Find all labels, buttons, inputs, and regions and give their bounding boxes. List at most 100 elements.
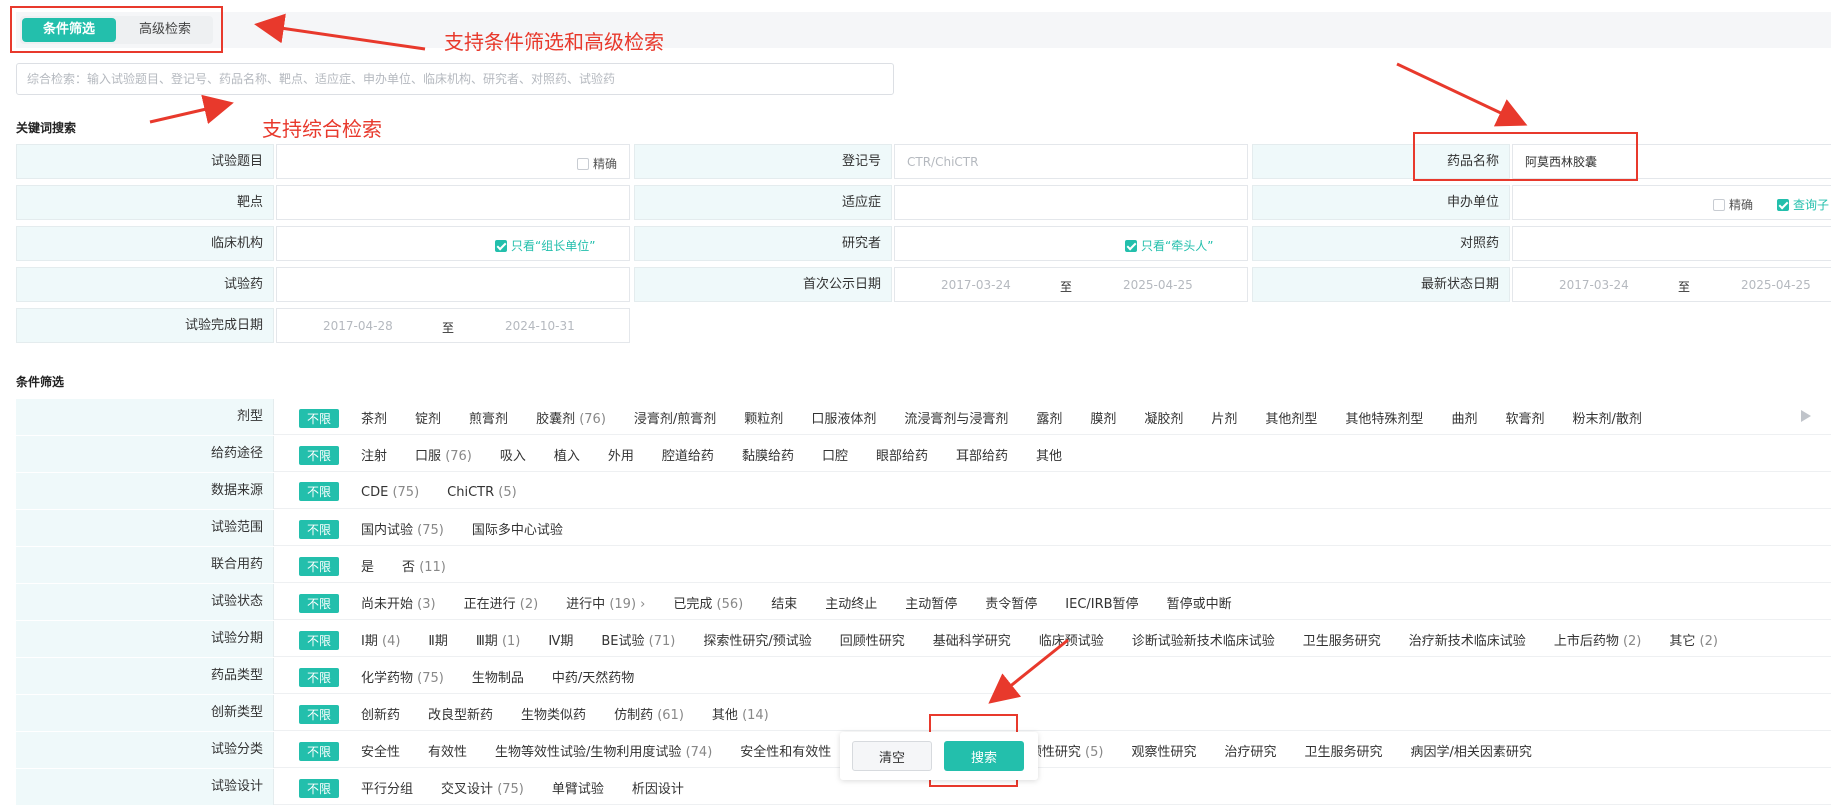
filter-option[interactable]: 主动终止 — [825, 593, 877, 612]
filter-option-all[interactable]: 不限 — [299, 668, 340, 687]
filter-option[interactable]: 浸膏剂/煎膏剂 — [634, 408, 716, 427]
date-to[interactable]: 2025-04-25 — [1741, 278, 1811, 292]
filter-option[interactable]: 探索性研究/预试验 — [703, 630, 811, 649]
filter-option[interactable]: 化学药物 (75) — [361, 667, 444, 686]
filter-option[interactable]: 尚未开始 (3) — [361, 593, 436, 612]
filter-option[interactable]: 膜剂 — [1090, 408, 1116, 427]
filter-option[interactable]: 黏膜给药 — [742, 445, 794, 464]
filter-option[interactable]: 病因学/相关因素研究 — [1411, 741, 1532, 760]
filter-option[interactable]: 国际多中心试验 — [472, 519, 563, 538]
scroll-right-icon[interactable] — [1801, 410, 1811, 422]
filter-option[interactable]: 耳部给药 — [956, 445, 1008, 464]
filter-option[interactable]: 粉末剂/散剂 — [1572, 408, 1641, 427]
date-from[interactable]: 2017-03-24 — [1559, 278, 1629, 292]
filter-option-all[interactable]: 不限 — [299, 594, 340, 613]
filter-option[interactable]: 凝胶剂 — [1144, 408, 1183, 427]
filter-option-all[interactable]: 不限 — [299, 557, 340, 576]
query-subsidiary-checkbox[interactable]: 查询子 — [1777, 196, 1829, 213]
date-to[interactable]: 2025-04-25 — [1123, 278, 1193, 292]
filter-option[interactable]: 治疗研究 — [1224, 741, 1276, 760]
filter-option[interactable]: IEC/IRB暂停 — [1065, 593, 1138, 612]
filter-option[interactable]: 其他 — [1036, 445, 1062, 464]
clear-button[interactable]: 清空 — [852, 741, 932, 771]
filter-option[interactable]: ChiCTR (5) — [447, 485, 517, 500]
filter-option[interactable]: 安全性 — [361, 741, 400, 760]
drug-name-input[interactable] — [1513, 145, 1831, 178]
filter-option[interactable]: 安全性和有效性 — [740, 741, 831, 760]
filter-option[interactable]: 结束 — [771, 593, 797, 612]
filter-option[interactable]: 平行分组 — [361, 778, 413, 797]
clinical-site-input[interactable] — [277, 227, 501, 260]
filter-option[interactable]: 创新药 — [361, 704, 400, 723]
filter-option[interactable]: 国内试验 (75) — [361, 519, 444, 538]
leader-unit-checkbox[interactable]: 只看“组长单位” — [495, 237, 595, 254]
filter-option[interactable]: BE试验 (71) — [601, 630, 675, 649]
filter-option[interactable]: 注射 — [361, 445, 387, 464]
filter-option[interactable]: 仿制药 (61) — [614, 704, 684, 723]
filter-option[interactable]: 露剂 — [1036, 408, 1062, 427]
filter-option[interactable]: 流浸膏剂与浸膏剂 — [904, 408, 1008, 427]
exact-checkbox[interactable]: 精确 — [577, 155, 617, 172]
filter-option[interactable]: 责令暂停 — [985, 593, 1037, 612]
test-drug-input[interactable] — [277, 268, 631, 301]
date-from[interactable]: 2017-04-28 — [323, 319, 393, 333]
filter-option[interactable]: 口服液体剂 — [811, 408, 876, 427]
filter-option[interactable]: 改良型新药 — [428, 704, 493, 723]
filter-option[interactable]: 其他特殊剂型 — [1345, 408, 1423, 427]
filter-option-all[interactable]: 不限 — [299, 409, 340, 428]
filter-option[interactable]: 观察性研究 — [1131, 741, 1196, 760]
filter-option[interactable]: 吸入 — [500, 445, 526, 464]
filter-option[interactable]: 其他剂型 — [1265, 408, 1317, 427]
filter-option[interactable]: 临床预试验 — [1039, 630, 1104, 649]
investigator-input[interactable] — [895, 227, 1119, 260]
filter-option-all[interactable]: 不限 — [299, 742, 340, 761]
filter-option-all[interactable]: 不限 — [299, 446, 340, 465]
filter-option[interactable]: 有效性 — [428, 741, 467, 760]
filter-option[interactable]: Ⅱ期 — [428, 630, 447, 649]
filter-option-all[interactable]: 不限 — [299, 779, 340, 798]
comparator-input[interactable] — [1513, 227, 1831, 260]
filter-option[interactable]: 生物类似药 — [521, 704, 586, 723]
filter-option[interactable]: 胶囊剂 (76) — [536, 408, 606, 427]
filter-option[interactable]: 析因设计 — [632, 778, 684, 797]
filter-option[interactable]: 基础科学研究 — [933, 630, 1011, 649]
filter-option[interactable]: 外用 — [608, 445, 634, 464]
filter-option[interactable]: 上市后药物 (2) — [1554, 630, 1642, 649]
indication-input[interactable] — [895, 186, 1249, 219]
filter-option[interactable]: Ⅳ期 — [548, 630, 573, 649]
date-from[interactable]: 2017-03-24 — [941, 278, 1011, 292]
filter-option[interactable]: 植入 — [554, 445, 580, 464]
filter-option[interactable]: 口腔 — [822, 445, 848, 464]
filter-option-all[interactable]: 不限 — [299, 482, 340, 501]
tab-filter[interactable]: 条件筛选 — [22, 18, 116, 42]
exact-checkbox[interactable]: 精确 — [1713, 196, 1753, 213]
filter-option[interactable]: 暂停或中断 — [1167, 593, 1232, 612]
registration-no-input[interactable] — [895, 145, 1249, 178]
filter-option[interactable]: 单臂试验 — [552, 778, 604, 797]
filter-option[interactable]: 锭剂 — [415, 408, 441, 427]
filter-option[interactable]: Ⅲ期 (1) — [476, 630, 521, 649]
filter-option[interactable]: 颗粒剂 — [744, 408, 783, 427]
filter-option[interactable]: 其他 (14) — [712, 704, 769, 723]
filter-option[interactable]: 煎膏剂 — [469, 408, 508, 427]
filter-option[interactable]: 软膏剂 — [1505, 408, 1544, 427]
filter-option-all[interactable]: 不限 — [299, 520, 340, 539]
filter-option[interactable]: 卫生服务研究 — [1304, 741, 1382, 760]
sponsor-input[interactable] — [1513, 186, 1717, 219]
filter-option[interactable]: 回顾性研究 — [840, 630, 905, 649]
filter-option[interactable]: 治疗新技术临床试验 — [1409, 630, 1526, 649]
filter-option[interactable]: 进行中 (19) › — [566, 593, 645, 612]
filter-option[interactable]: 曲剂 — [1451, 408, 1477, 427]
filter-option[interactable]: 生物等效性试验/生物利用度试验 (74) — [495, 741, 712, 760]
global-search-input[interactable] — [16, 63, 894, 95]
target-input[interactable] — [277, 186, 631, 219]
filter-option[interactable]: 腔道给药 — [662, 445, 714, 464]
filter-option[interactable]: 眼部给药 — [876, 445, 928, 464]
filter-option[interactable]: 已完成 (56) — [673, 593, 743, 612]
filter-option-all[interactable]: 不限 — [299, 631, 340, 650]
filter-option[interactable]: 是 — [361, 556, 374, 575]
search-button[interactable]: 搜索 — [944, 741, 1024, 771]
filter-option[interactable]: 主动暂停 — [905, 593, 957, 612]
filter-option[interactable]: 片剂 — [1211, 408, 1237, 427]
date-to[interactable]: 2024-10-31 — [505, 319, 575, 333]
